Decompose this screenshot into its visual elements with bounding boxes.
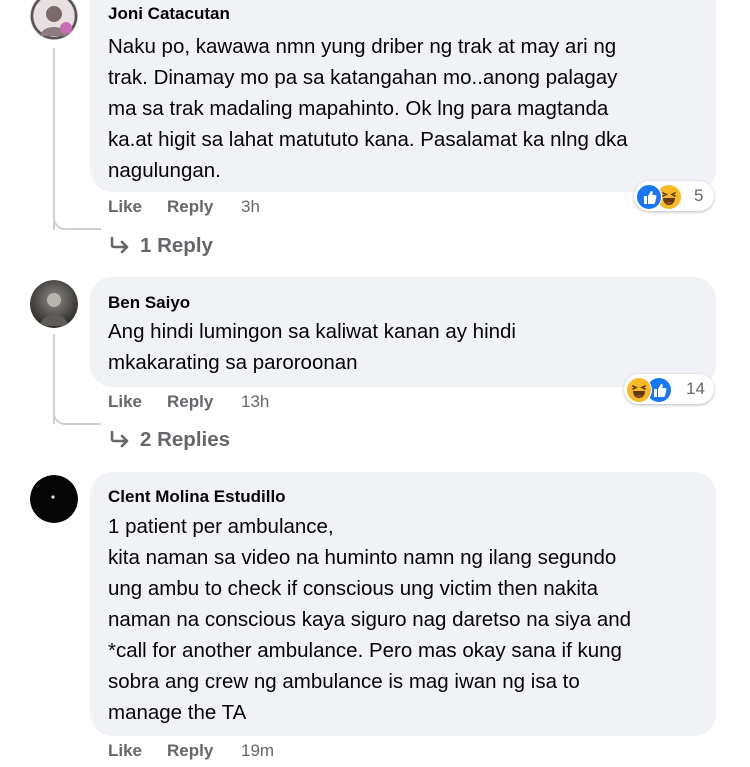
profile-photo-icon [30,0,78,40]
comment-text-line: mkakarating sa paroroonan [108,351,358,374]
comment-text-line: ma sa trak madaling mapahinto. Ok lng pa… [108,97,609,120]
comment-text-line: Naku po, kawawa nmn yung driber ng trak … [108,35,617,58]
comment-timestamp[interactable]: 13h [241,392,269,412]
avatar[interactable] [30,0,78,40]
reply-arrow-icon [110,430,129,448]
like-button[interactable]: Like [108,197,142,217]
reply-button[interactable]: Reply [167,741,213,761]
like-button[interactable]: Like [108,741,142,761]
profile-photo-icon [30,280,78,328]
comment-text-line: sobra ang crew ng ambulance is mag iwan … [108,670,580,693]
view-replies-label: 1 Reply [140,234,213,257]
comment-author[interactable]: Joni Catacutan [108,4,230,24]
comment-text-line: Ang hindi lumingon sa kaliwat kanan ay h… [108,320,516,343]
comment-text-line: ung ambu to check if conscious ung victi… [108,577,598,600]
reaction-summary[interactable]: 14 [624,374,714,404]
view-replies-link[interactable]: 2 Replies [110,428,230,452]
comment-text-line: kita naman sa video na huminto namn ng i… [108,546,617,569]
thread-connector-curve [53,405,101,425]
comment-timestamp[interactable]: 3h [241,197,260,217]
comment-text-line: ka.at higit sa lahat matututo kana. Pasa… [108,128,628,151]
like-button[interactable]: Like [108,392,142,412]
comment-thread: Joni Catacutan Naku po, kawawa nmn yung … [0,0,750,767]
comment-text-line: trak. Dinamay mo pa sa katangahan mo..an… [108,66,618,89]
reaction-count: 5 [694,186,704,205]
avatar[interactable] [30,280,78,328]
avatar[interactable] [30,475,78,523]
comment-text-line: *call for another ambulance. Pero mas ok… [108,639,622,662]
reaction-summary[interactable]: 5 [634,181,714,211]
profile-photo-icon [30,475,78,523]
reply-button[interactable]: Reply [167,197,213,217]
comment-text-line: nagulungan. [108,159,221,182]
reply-arrow-icon [110,236,129,254]
comment-timestamp[interactable]: 19m [241,741,274,761]
comment-text-line: manage the TA [108,701,247,724]
comment-author[interactable]: Ben Saiyo [108,293,190,313]
thread-connector-curve [53,210,101,230]
reply-button[interactable]: Reply [167,392,213,412]
view-replies-link[interactable]: 1 Reply [110,234,213,258]
view-replies-label: 2 Replies [140,428,231,451]
reaction-count: 14 [686,379,705,398]
like-icon [636,184,662,210]
comment-author[interactable]: Clent Molina Estudillo [108,487,286,507]
comment-text-line: naman na conscious kaya siguro nag daret… [108,608,632,631]
haha-icon [626,377,652,403]
comment-text-line: 1 patient per ambulance, [108,515,334,538]
thread-connector-line [53,48,55,230]
